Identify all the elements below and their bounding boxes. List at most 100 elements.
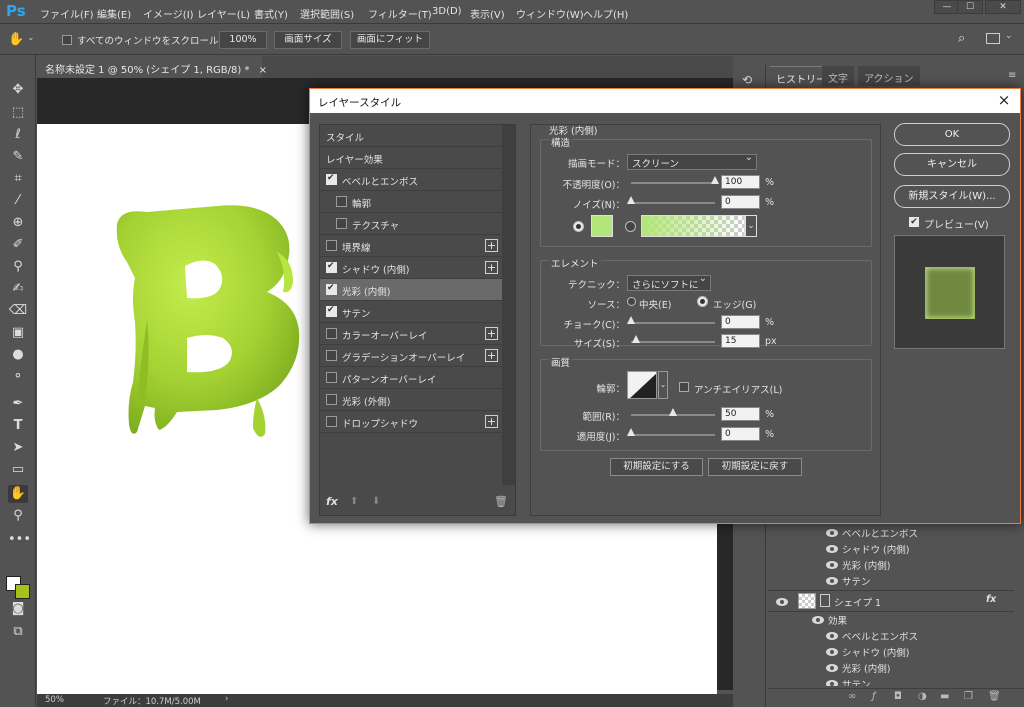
window-close-button[interactable]: ✕ (985, 0, 1021, 14)
eye-icon[interactable] (776, 598, 788, 606)
menu-layer[interactable]: レイヤー(L) (197, 6, 250, 21)
menu-filter[interactable]: フィルター(T) (368, 6, 432, 21)
move-up-icon[interactable]: ⬆ (350, 496, 358, 507)
history-panel-icon[interactable]: ⟲ (742, 73, 752, 87)
menu-image[interactable]: イメージ(I) (143, 6, 194, 21)
type-tool-icon[interactable]: T (8, 417, 28, 435)
menu-window[interactable]: ウィンドウ(W) (516, 6, 584, 21)
document-tab[interactable]: 名称未設定 1 @ 50% (シェイプ 1, RGB/8) * × (37, 56, 267, 78)
scroll-all-checkbox[interactable] (62, 35, 72, 45)
delete-style-icon[interactable]: 🗑 (494, 495, 508, 508)
style-item[interactable]: テクスチャ (320, 213, 502, 235)
style-list-scrollbar[interactable] (502, 125, 515, 485)
layer-effect-row[interactable]: サテン (768, 676, 1014, 686)
style-checkbox[interactable] (336, 196, 347, 207)
opacity-input[interactable]: 100 (721, 175, 760, 189)
style-item[interactable]: 境界線 + (320, 235, 502, 257)
style-item[interactable]: サテン (320, 301, 502, 323)
style-checkbox[interactable] (326, 350, 337, 361)
layer-effect-row[interactable]: 光彩 (内側) (768, 660, 1014, 676)
hand-tool-icon[interactable]: ✋ (8, 32, 24, 47)
eye-icon[interactable] (826, 577, 838, 585)
source-center-radio[interactable] (627, 297, 636, 306)
layer-effects-group[interactable]: 効果 (768, 612, 1014, 628)
menu-type[interactable]: 書式(Y) (254, 6, 288, 21)
noise-slider[interactable] (631, 202, 715, 204)
mask-icon[interactable]: ◘ (894, 691, 902, 702)
style-item[interactable]: パターンオーバーレイ (320, 367, 502, 389)
eye-icon[interactable] (826, 529, 838, 537)
style-item[interactable]: 光彩 (内側) (320, 279, 502, 301)
chevron-down-icon[interactable]: ⌄ (27, 33, 35, 43)
cancel-button[interactable]: キャンセル (894, 153, 1010, 176)
rectangle-tool-icon[interactable]: ▭ (8, 461, 28, 479)
blur-tool-icon[interactable]: ● (8, 346, 28, 364)
layer-effect-row[interactable]: シャドウ (内側) (768, 644, 1014, 660)
eye-icon[interactable] (826, 664, 838, 672)
style-checkbox[interactable] (326, 328, 337, 339)
make-default-button[interactable]: 初期設定にする (610, 458, 703, 476)
layer-effect-row[interactable]: ベベルとエンボス (768, 628, 1014, 644)
dodge-tool-icon[interactable]: ⚬ (8, 368, 28, 386)
folder-icon[interactable]: ▬ (940, 691, 949, 702)
hand-tool-active-icon[interactable]: ✋ (8, 485, 28, 503)
layer-effect-row[interactable]: ベベルとエンボス (768, 525, 1014, 541)
status-arrow-icon[interactable]: › (225, 694, 228, 704)
styles-header[interactable]: スタイル (320, 125, 502, 147)
source-edge-radio[interactable] (697, 296, 708, 307)
blend-mode-select[interactable]: スクリーン (627, 152, 757, 170)
link-icon[interactable]: ∞ (848, 691, 856, 702)
choke-slider[interactable] (631, 322, 715, 324)
lasso-tool-icon[interactable]: ℓ (8, 126, 28, 144)
workspace-icon[interactable] (986, 33, 1000, 44)
size-slider-knob[interactable] (632, 335, 641, 343)
fit-screen-button[interactable]: 画面サイズ (274, 31, 342, 49)
style-checkbox[interactable] (326, 416, 337, 427)
move-down-icon[interactable]: ⬇ (372, 496, 380, 507)
style-checkbox[interactable] (326, 173, 337, 185)
gradient-radio[interactable] (625, 221, 636, 232)
solid-color-radio[interactable] (573, 221, 584, 232)
new-layer-icon[interactable]: ❐ (964, 691, 973, 702)
add-effect-icon[interactable]: + (485, 239, 498, 252)
tab-character[interactable]: 文字 (822, 66, 854, 86)
noise-slider-knob[interactable] (627, 196, 635, 204)
background-color-swatch[interactable] (15, 584, 30, 599)
style-checkbox[interactable] (336, 218, 347, 229)
zoom-tool-icon[interactable]: ⚲ (8, 507, 28, 525)
contour-picker[interactable] (627, 371, 657, 399)
close-icon[interactable]: × (259, 65, 267, 76)
range-slider-knob[interactable] (669, 408, 677, 416)
brush-tool-icon[interactable]: ✐ (8, 236, 28, 254)
eye-icon[interactable] (826, 561, 838, 569)
quick-select-tool-icon[interactable]: ✎ (8, 148, 28, 166)
style-item[interactable]: 光彩 (外側) (320, 389, 502, 411)
new-style-button[interactable]: 新規スタイル(W)... (894, 185, 1010, 208)
tab-actions[interactable]: アクション (858, 66, 920, 86)
path-select-tool-icon[interactable]: ➤ (8, 439, 28, 457)
eyedropper-tool-icon[interactable]: ⁄ (8, 192, 28, 210)
add-effect-icon[interactable]: + (485, 327, 498, 340)
fx-menu-icon[interactable]: fx (326, 495, 338, 508)
add-effect-icon[interactable]: + (485, 415, 498, 428)
trash-icon[interactable]: 🗑 (988, 691, 1001, 702)
workspace-chevron-icon[interactable]: ⌄ (1005, 31, 1013, 41)
choke-slider-knob[interactable] (627, 316, 635, 324)
eye-icon[interactable] (826, 680, 838, 686)
fx-icon[interactable]: fx (986, 594, 996, 605)
style-checkbox[interactable] (326, 283, 337, 295)
quick-mask-icon[interactable]: ◙ (8, 600, 28, 618)
eye-icon[interactable] (826, 632, 838, 640)
layer-name[interactable]: シェイプ 1 (834, 595, 881, 609)
blend-options-header[interactable]: レイヤー効果 (320, 147, 502, 169)
add-style-icon[interactable]: ƒ (872, 691, 876, 702)
eye-icon[interactable] (812, 616, 824, 624)
menu-edit[interactable]: 編集(E) (97, 6, 131, 21)
zoom-100-button[interactable]: 100% (219, 31, 267, 49)
eye-icon[interactable] (826, 648, 838, 656)
layer-effect-row[interactable]: シャドウ (内側) (768, 541, 1014, 557)
pen-tool-icon[interactable]: ✒ (8, 395, 28, 413)
style-item[interactable]: 輪郭 (320, 191, 502, 213)
style-item[interactable]: シャドウ (内側) + (320, 257, 502, 279)
menu-3d[interactable]: 3D(D) (432, 6, 462, 17)
